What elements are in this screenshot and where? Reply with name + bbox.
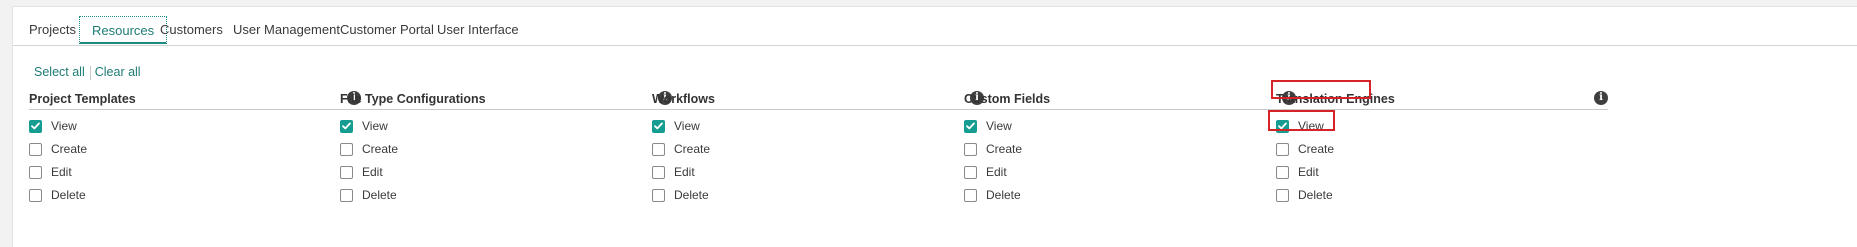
tab-user-interface[interactable]: User Interface bbox=[425, 16, 531, 44]
option-label: View bbox=[986, 119, 1012, 133]
option-label: Delete bbox=[986, 188, 1021, 202]
option-label: Create bbox=[362, 142, 399, 156]
info-icon[interactable]: i bbox=[1594, 91, 1608, 105]
permission-option-create[interactable]: Create bbox=[1276, 140, 1334, 158]
option-label: View bbox=[674, 119, 700, 133]
group-title: File Type Configurations bbox=[340, 92, 486, 106]
checkbox-checked[interactable] bbox=[964, 119, 977, 133]
permission-group-translation-engines: Translation Engines i View Create Edit Delete bbox=[1276, 83, 1608, 202]
permission-option-create[interactable]: Create bbox=[340, 140, 398, 158]
option-label: Edit bbox=[362, 165, 383, 179]
permission-option-delete[interactable]: Delete bbox=[340, 186, 397, 204]
option-label: View bbox=[51, 119, 77, 133]
permission-option-view[interactable]: View bbox=[29, 117, 77, 135]
option-label: View bbox=[1298, 119, 1324, 133]
link-divider bbox=[89, 65, 91, 80]
permission-group-workflows: Workflows i View Create Edit Delete bbox=[652, 83, 984, 202]
group-header: File Type Configurations i bbox=[340, 83, 672, 110]
permission-option-delete[interactable]: Delete bbox=[652, 186, 709, 204]
group-header: Workflows i bbox=[652, 83, 984, 110]
permission-option-view[interactable]: View bbox=[964, 117, 1012, 135]
checkbox[interactable] bbox=[1276, 188, 1289, 202]
option-label: Create bbox=[986, 142, 1023, 156]
permission-option-create[interactable]: Create bbox=[964, 140, 1022, 158]
group-header: Translation Engines i bbox=[1276, 83, 1608, 110]
permission-option-view[interactable]: View bbox=[1276, 117, 1324, 135]
option-label: Edit bbox=[51, 165, 72, 179]
permission-option-create[interactable]: Create bbox=[652, 140, 710, 158]
checkbox-checked[interactable] bbox=[1276, 119, 1289, 133]
option-label: Delete bbox=[674, 188, 709, 202]
permission-option-delete[interactable]: Delete bbox=[1276, 186, 1333, 204]
checkmark-icon bbox=[966, 122, 975, 130]
checkmark-icon bbox=[342, 122, 351, 130]
permission-option-edit[interactable]: Edit bbox=[340, 163, 383, 181]
permission-option-edit[interactable]: Edit bbox=[29, 163, 72, 181]
checkbox[interactable] bbox=[29, 142, 42, 156]
option-label: Edit bbox=[1298, 165, 1319, 179]
permission-option-edit[interactable]: Edit bbox=[652, 163, 695, 181]
checkbox[interactable] bbox=[964, 165, 977, 179]
checkmark-icon bbox=[31, 122, 40, 130]
option-label: Create bbox=[1298, 142, 1335, 156]
permissions-panel: Projects Resources Customers User Manage… bbox=[12, 6, 1857, 247]
permission-option-view[interactable]: View bbox=[652, 117, 700, 135]
permission-option-delete[interactable]: Delete bbox=[964, 186, 1021, 204]
checkbox[interactable] bbox=[652, 165, 665, 179]
clear-all-link[interactable]: Clear all bbox=[95, 65, 141, 79]
permission-option-create[interactable]: Create bbox=[29, 140, 87, 158]
permission-group-file-type-configurations: File Type Configurations i View Create Edit D… bbox=[340, 83, 672, 202]
checkbox[interactable] bbox=[1276, 165, 1289, 179]
option-label: Edit bbox=[674, 165, 695, 179]
option-label: Edit bbox=[986, 165, 1007, 179]
checkbox[interactable] bbox=[340, 142, 353, 156]
checkbox-checked[interactable] bbox=[652, 119, 665, 133]
option-label: View bbox=[362, 119, 388, 133]
permission-group-custom-fields: Custom Fields i View Create Edit Delete bbox=[964, 83, 1296, 202]
checkbox[interactable] bbox=[340, 188, 353, 202]
group-title: Custom Fields bbox=[964, 92, 1051, 106]
checkbox-checked[interactable] bbox=[340, 119, 353, 133]
option-label: Delete bbox=[51, 188, 86, 202]
checkbox[interactable] bbox=[652, 188, 665, 202]
checkbox[interactable] bbox=[29, 165, 42, 179]
checkbox[interactable] bbox=[1276, 142, 1289, 156]
group-title: Workflows bbox=[652, 92, 715, 106]
option-label: Delete bbox=[1298, 188, 1333, 202]
option-label: Create bbox=[51, 142, 88, 156]
checkbox[interactable] bbox=[29, 188, 42, 202]
permission-option-delete[interactable]: Delete bbox=[29, 186, 86, 204]
permission-option-edit[interactable]: Edit bbox=[1276, 163, 1319, 181]
option-label: Create bbox=[674, 142, 711, 156]
tab-projects[interactable]: Projects bbox=[17, 16, 88, 44]
checkmark-icon bbox=[654, 122, 663, 130]
checkbox[interactable] bbox=[340, 165, 353, 179]
group-header: Project Templates i bbox=[29, 83, 361, 110]
option-label: Delete bbox=[362, 188, 397, 202]
group-header: Custom Fields i bbox=[964, 83, 1296, 110]
select-all-link[interactable]: Select all bbox=[34, 65, 85, 79]
group-title: Project Templates bbox=[29, 92, 136, 106]
bulk-selection-links: Select all Clear all bbox=[34, 65, 141, 80]
checkbox[interactable] bbox=[964, 188, 977, 202]
checkbox-checked[interactable] bbox=[29, 119, 42, 133]
checkbox[interactable] bbox=[964, 142, 977, 156]
permission-group-project-templates: Project Templates i View Create Edit Delete bbox=[29, 83, 361, 202]
permission-option-view[interactable]: View bbox=[340, 117, 388, 135]
group-title: Translation Engines bbox=[1276, 92, 1395, 106]
permission-option-edit[interactable]: Edit bbox=[964, 163, 1007, 181]
checkmark-icon bbox=[1278, 122, 1287, 130]
tab-bar: Projects Resources Customers User Manage… bbox=[13, 7, 1857, 46]
checkbox[interactable] bbox=[652, 142, 665, 156]
